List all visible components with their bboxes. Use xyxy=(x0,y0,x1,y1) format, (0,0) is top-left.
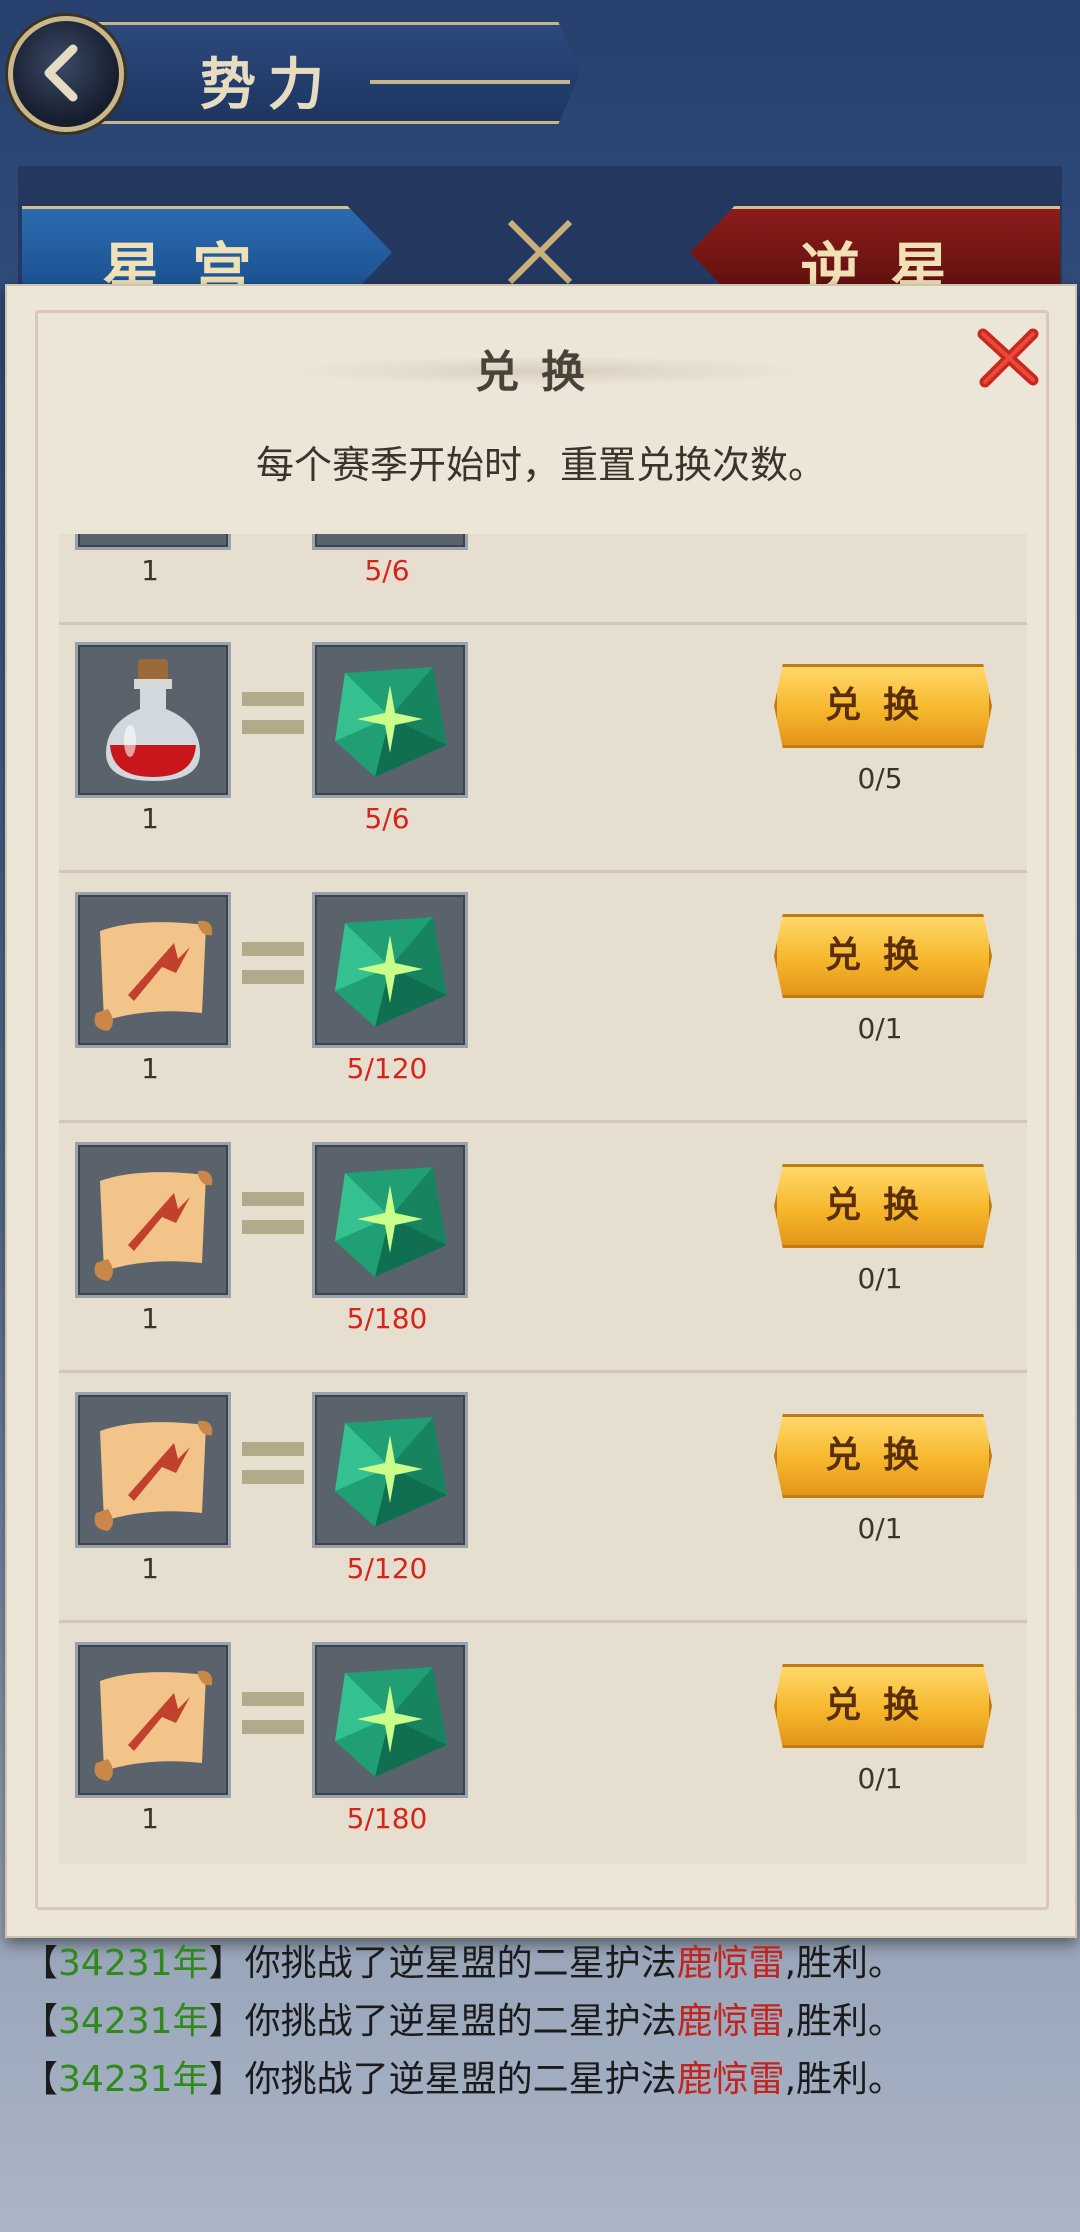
log-result: ,胜利。 xyxy=(784,2059,905,2100)
dialog-subtitle: 每个赛季开始时，重置兑换次数。 xyxy=(255,443,826,487)
exchange-list[interactable]: 1 5/6 1 5/6 兑换 0/5 1 5/120 兑换 0/1 1 5/18… xyxy=(59,534,1027,1864)
reward-amount: 5/120 xyxy=(346,1552,428,1585)
log-opponent-name: 鹿惊雷 xyxy=(676,2059,785,2100)
exchange-button[interactable]: 兑换 xyxy=(774,1414,992,1498)
log-result: ,胜利。 xyxy=(784,1943,905,1984)
reward-slot[interactable] xyxy=(312,892,468,1048)
equals-sign xyxy=(242,1192,304,1248)
log-line: 【34231年】你挑战了逆星盟的二星护法鹿惊雷,胜利。 xyxy=(22,2050,1062,2108)
exchange-button[interactable]: 兑换 xyxy=(774,1164,992,1248)
log-opponent-name: 鹿惊雷 xyxy=(676,2001,785,2042)
log-year: 34231年 xyxy=(58,2059,209,2100)
reward-amount: 5/6 xyxy=(364,802,410,835)
bracket-left: 【 xyxy=(22,2059,59,2100)
exchange-row: 1 5/6 兑换 0/5 xyxy=(59,622,1027,873)
item-slot[interactable] xyxy=(75,642,231,798)
log-year: 34231年 xyxy=(58,1943,209,1984)
scroll-icon xyxy=(94,920,213,1031)
cost-amount: 1 xyxy=(141,802,159,835)
exchange-limit: 0/5 xyxy=(857,762,903,795)
cost-amount: 1 xyxy=(141,1552,159,1585)
page-title: 势力 xyxy=(200,52,336,118)
exchange-limit: 0/1 xyxy=(857,1762,903,1795)
dialog-title: 兑换 xyxy=(475,347,607,398)
reward-amount: 5/180 xyxy=(346,1302,428,1335)
exchange-button[interactable]: 兑换 xyxy=(774,664,992,748)
exchange-limit: 0/1 xyxy=(857,1512,903,1545)
bracket-right: 】 xyxy=(208,2059,245,2100)
equals-sign xyxy=(242,1442,304,1498)
green-gem-icon xyxy=(335,667,447,777)
exchange-row: 1 5/180 兑换 0/1 xyxy=(59,1122,1027,1373)
log-result: ,胜利。 xyxy=(784,2001,905,2042)
reward-slot xyxy=(312,534,468,550)
log-year: 34231年 xyxy=(58,2001,209,2042)
bracket-left: 【 xyxy=(22,1943,59,1984)
reward-slot[interactable] xyxy=(312,1642,468,1798)
exchange-row: 1 5/180 兑换 0/1 xyxy=(59,1622,1027,1864)
red-potion-icon xyxy=(106,659,200,781)
equals-sign xyxy=(242,942,304,998)
reward-slot[interactable] xyxy=(312,642,468,798)
green-gem-icon xyxy=(335,917,447,1027)
crossed-swords-icon xyxy=(507,219,573,285)
log-opponent-name: 鹿惊雷 xyxy=(676,1943,785,1984)
scroll-icon xyxy=(94,1420,213,1531)
exchange-limit: 0/1 xyxy=(857,1262,903,1295)
item-slot[interactable] xyxy=(75,892,231,1048)
back-button[interactable] xyxy=(8,16,124,132)
equals-sign xyxy=(242,1692,304,1748)
equals-sign xyxy=(242,692,304,748)
cost-amount: 1 xyxy=(141,1802,159,1835)
exchange-row: 1 5/6 xyxy=(59,534,1027,625)
green-gem-icon xyxy=(335,1167,447,1277)
reward-amount: 5/6 xyxy=(364,554,410,587)
scroll-icon xyxy=(94,1170,213,1281)
battle-log: 【34231年】你挑战了逆星盟的二星护法鹿惊雷,胜利。 【34231年】你挑战了… xyxy=(22,1934,1062,2108)
reward-amount: 5/120 xyxy=(346,1052,428,1085)
top-bar: 势力 xyxy=(0,0,1080,170)
item-slot xyxy=(75,534,231,550)
scroll-icon xyxy=(94,1670,213,1781)
log-line: 【34231年】你挑战了逆星盟的二星护法鹿惊雷,胜利。 xyxy=(22,1934,1062,1992)
bracket-right: 】 xyxy=(208,1943,245,1984)
exchange-button[interactable]: 兑换 xyxy=(774,1664,992,1748)
close-icon[interactable] xyxy=(975,324,1041,390)
reward-amount: 5/180 xyxy=(346,1802,428,1835)
cost-amount: 1 xyxy=(141,554,159,587)
item-slot[interactable] xyxy=(75,1392,231,1548)
log-text: 你挑战了逆星盟的二星护法 xyxy=(244,2001,677,2042)
cost-amount: 1 xyxy=(141,1302,159,1335)
exchange-row: 1 5/120 兑换 0/1 xyxy=(59,872,1027,1123)
chevron-left-icon xyxy=(44,44,78,102)
cost-amount: 1 xyxy=(141,1052,159,1085)
exchange-button[interactable]: 兑换 xyxy=(774,914,992,998)
bracket-left: 【 xyxy=(22,2001,59,2042)
green-gem-icon xyxy=(335,1667,447,1777)
green-gem-icon xyxy=(335,1417,447,1527)
exchange-limit: 0/1 xyxy=(857,1012,903,1045)
reward-slot[interactable] xyxy=(312,1142,468,1298)
exchange-dialog: 兑换 每个赛季开始时，重置兑换次数。 1 5/6 1 5/6 兑换 0/5 1 … xyxy=(5,284,1077,1938)
log-line: 【34231年】你挑战了逆星盟的二星护法鹿惊雷,胜利。 xyxy=(22,1992,1062,2050)
item-slot[interactable] xyxy=(75,1642,231,1798)
item-slot[interactable] xyxy=(75,1142,231,1298)
title-deco xyxy=(370,80,570,84)
exchange-row: 1 5/120 兑换 0/1 xyxy=(59,1372,1027,1623)
log-text: 你挑战了逆星盟的二星护法 xyxy=(244,2059,677,2100)
bracket-right: 】 xyxy=(208,2001,245,2042)
log-text: 你挑战了逆星盟的二星护法 xyxy=(244,1943,677,1984)
reward-slot[interactable] xyxy=(312,1392,468,1548)
